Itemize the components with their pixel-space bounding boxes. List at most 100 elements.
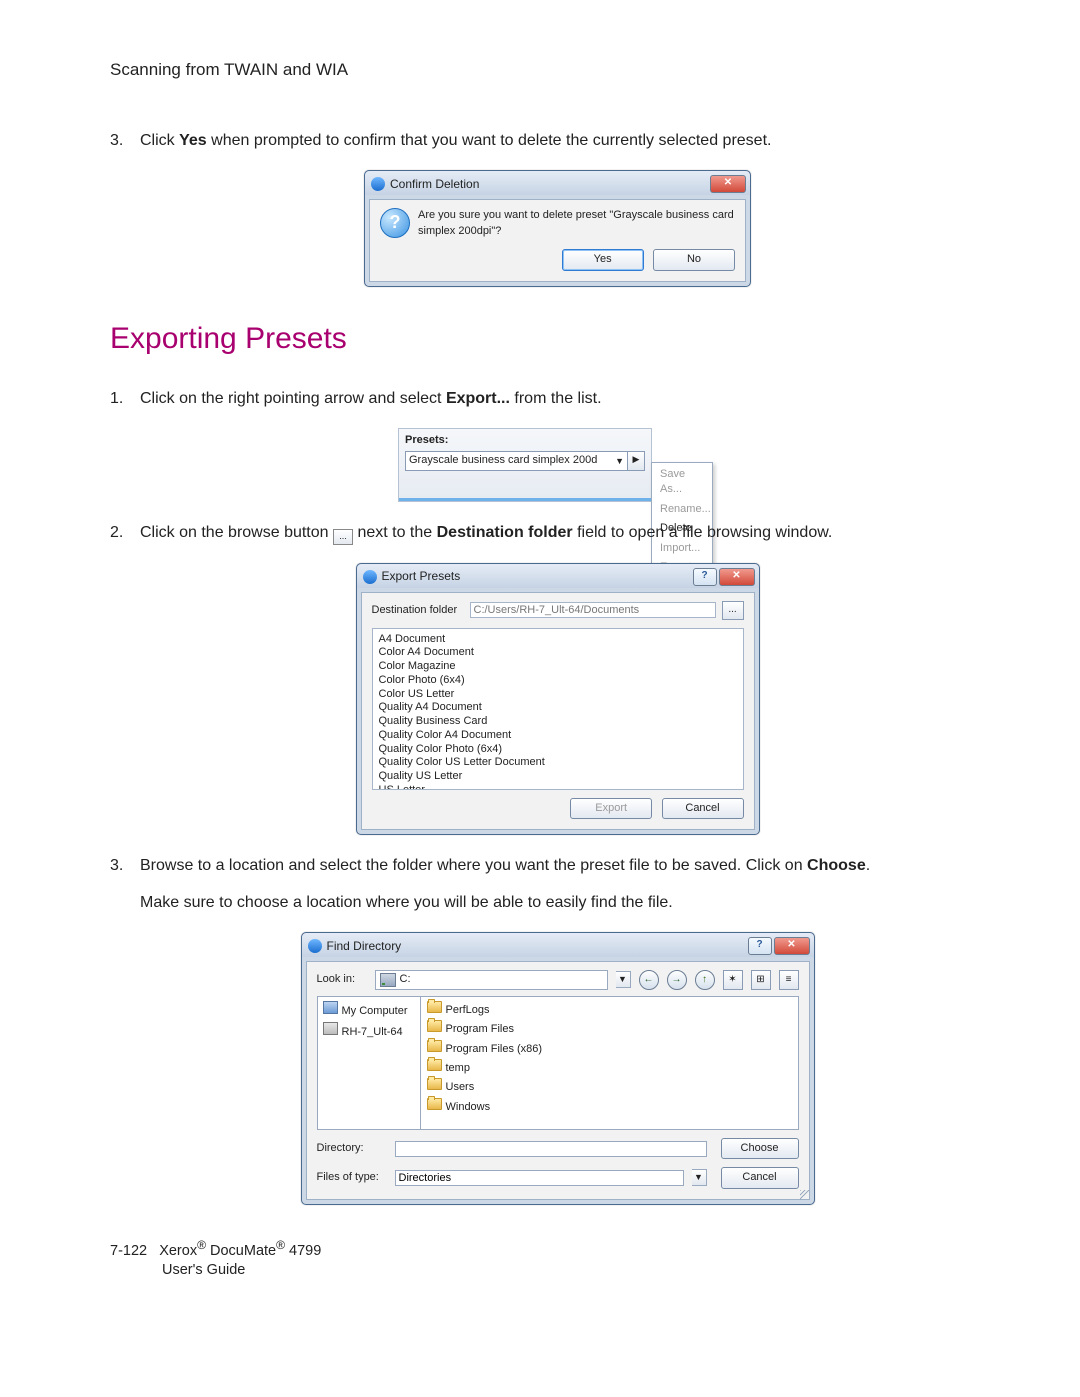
dialog-title: Find Directory xyxy=(327,938,746,955)
folder-icon xyxy=(427,1001,442,1013)
chapter-title: Scanning from TWAIN and WIA xyxy=(110,60,975,80)
label: PerfLogs xyxy=(446,1004,490,1016)
panel-bottom-accent xyxy=(399,498,651,501)
export-step-1: 1. Click on the right pointing arrow and… xyxy=(110,388,975,502)
browse-button[interactable]: ... xyxy=(722,601,744,620)
list-item[interactable]: Quality Color Photo (6x4) xyxy=(379,743,737,757)
text: from the list. xyxy=(510,390,602,407)
folder-icon xyxy=(427,1098,442,1110)
choose-button[interactable]: Choose xyxy=(721,1138,799,1159)
places-pane: My Computer RH-7_Ult-64 xyxy=(318,997,421,1129)
drive-text: C: xyxy=(400,972,411,987)
page-footer: 7-122 Xerox® DocuMate® 4799 User's Guide xyxy=(110,1237,975,1281)
view-list-button[interactable]: ≡ xyxy=(779,970,799,990)
back-button[interactable]: ← xyxy=(639,970,659,990)
section-heading: Exporting Presets xyxy=(110,322,975,356)
close-button[interactable]: ✕ xyxy=(710,175,746,193)
chevron-down-icon[interactable]: ▼ xyxy=(692,1169,707,1186)
chevron-down-icon[interactable]: ▼ xyxy=(616,971,631,988)
view-grid-button[interactable]: ⊞ xyxy=(751,970,771,990)
no-button[interactable]: No xyxy=(653,249,735,270)
text-bold: Destination folder xyxy=(437,524,573,541)
destination-folder-input[interactable] xyxy=(470,602,716,618)
folder-item[interactable]: Users xyxy=(427,1078,792,1095)
list-item[interactable]: Quality Color A4 Document xyxy=(379,729,737,743)
dialog-message: Are you sure you want to delete preset "… xyxy=(418,208,735,239)
close-button[interactable]: ✕ xyxy=(774,937,810,955)
label: Users xyxy=(446,1081,475,1093)
list-item[interactable]: Quality A4 Document xyxy=(379,701,737,715)
look-in-combo[interactable]: C: xyxy=(375,970,608,989)
text: field to open a file browsing window. xyxy=(573,524,833,541)
page-number: 7-122 xyxy=(110,1243,147,1259)
files-of-type-input[interactable] xyxy=(395,1170,684,1186)
export-step-2: 2. Click on the browse button ... next t… xyxy=(110,522,975,835)
up-button[interactable]: ↑ xyxy=(695,970,715,990)
folder-icon xyxy=(427,1059,442,1071)
computer-icon xyxy=(323,1001,338,1014)
folder-item[interactable]: Program Files xyxy=(427,1020,792,1037)
registered-mark: ® xyxy=(276,1238,285,1252)
menu-save-as[interactable]: Save As... xyxy=(652,465,712,500)
dialog-titlebar: Export Presets ? ✕ xyxy=(357,564,759,588)
app-icon xyxy=(363,570,377,584)
help-button[interactable]: ? xyxy=(693,568,717,586)
look-in-label: Look in: xyxy=(317,972,367,987)
label: Program Files xyxy=(446,1023,514,1035)
folder-icon xyxy=(427,1040,442,1052)
delete-step-3: 3. Click Yes when prompted to confirm th… xyxy=(110,130,975,287)
list-item[interactable]: Color US Letter xyxy=(379,688,737,702)
destination-folder-label: Destination folder xyxy=(372,603,464,618)
dialog-title: Export Presets xyxy=(382,568,691,585)
presets-combobox[interactable]: Grayscale business card simplex 200d ▼ xyxy=(405,451,627,470)
text: next to the xyxy=(353,524,437,541)
presets-label: Presets: xyxy=(405,433,645,448)
folder-item[interactable]: Windows xyxy=(427,1098,792,1115)
chevron-down-icon: ▼ xyxy=(615,455,624,468)
new-folder-button[interactable]: ✶ xyxy=(723,970,743,990)
label: Windows xyxy=(446,1101,491,1113)
list-item[interactable]: Color A4 Document xyxy=(379,646,737,660)
folder-list: PerfLogs Program Files Program Files (x8… xyxy=(421,997,798,1129)
cancel-button[interactable]: Cancel xyxy=(662,798,744,819)
disk-icon xyxy=(323,1022,338,1035)
cancel-button[interactable]: Cancel xyxy=(721,1167,799,1188)
app-icon xyxy=(308,939,322,953)
list-item[interactable]: Quality US Letter xyxy=(379,770,737,784)
step-number: 2. xyxy=(110,522,123,544)
close-button[interactable]: ✕ xyxy=(719,568,755,586)
label: My Computer xyxy=(342,1005,408,1017)
text: Click xyxy=(140,132,179,149)
dialog-title: Confirm Deletion xyxy=(390,176,708,193)
drive-icon xyxy=(380,973,396,987)
help-button[interactable]: ? xyxy=(748,937,772,955)
list-item[interactable]: A4 Document xyxy=(379,633,737,647)
list-item[interactable]: Color Magazine xyxy=(379,660,737,674)
sub-paragraph: Make sure to choose a location where you… xyxy=(140,892,975,914)
list-item[interactable]: US Letter xyxy=(379,784,737,790)
list-item[interactable]: Color Photo (6x4) xyxy=(379,674,737,688)
label: temp xyxy=(446,1062,470,1074)
step-number: 3. xyxy=(110,130,123,152)
list-item[interactable]: Quality Business Card xyxy=(379,715,737,729)
list-item[interactable]: Quality Color US Letter Document xyxy=(379,756,737,770)
yes-button[interactable]: Yes xyxy=(562,249,644,270)
place-rh[interactable]: RH-7_Ult-64 xyxy=(323,1022,415,1040)
text-bold: Export... xyxy=(446,390,510,407)
folder-item[interactable]: PerfLogs xyxy=(427,1001,792,1018)
folder-item[interactable]: temp xyxy=(427,1059,792,1076)
folder-icon xyxy=(427,1078,442,1090)
directory-input[interactable] xyxy=(395,1141,707,1157)
app-icon xyxy=(371,177,385,191)
presets-menu-arrow[interactable]: ▶ xyxy=(627,451,645,470)
resize-grip-icon[interactable] xyxy=(800,1190,810,1200)
menu-rename[interactable]: Rename... xyxy=(652,500,712,519)
forward-button[interactable]: → xyxy=(667,970,687,990)
text: . xyxy=(866,857,870,874)
step-number: 3. xyxy=(110,855,123,877)
place-my-computer[interactable]: My Computer xyxy=(323,1001,415,1019)
folder-item[interactable]: Program Files (x86) xyxy=(427,1040,792,1057)
text-bold: Choose xyxy=(807,857,866,874)
export-button[interactable]: Export xyxy=(570,798,652,819)
preset-list[interactable]: A4 Document Color A4 Document Color Maga… xyxy=(372,628,744,790)
